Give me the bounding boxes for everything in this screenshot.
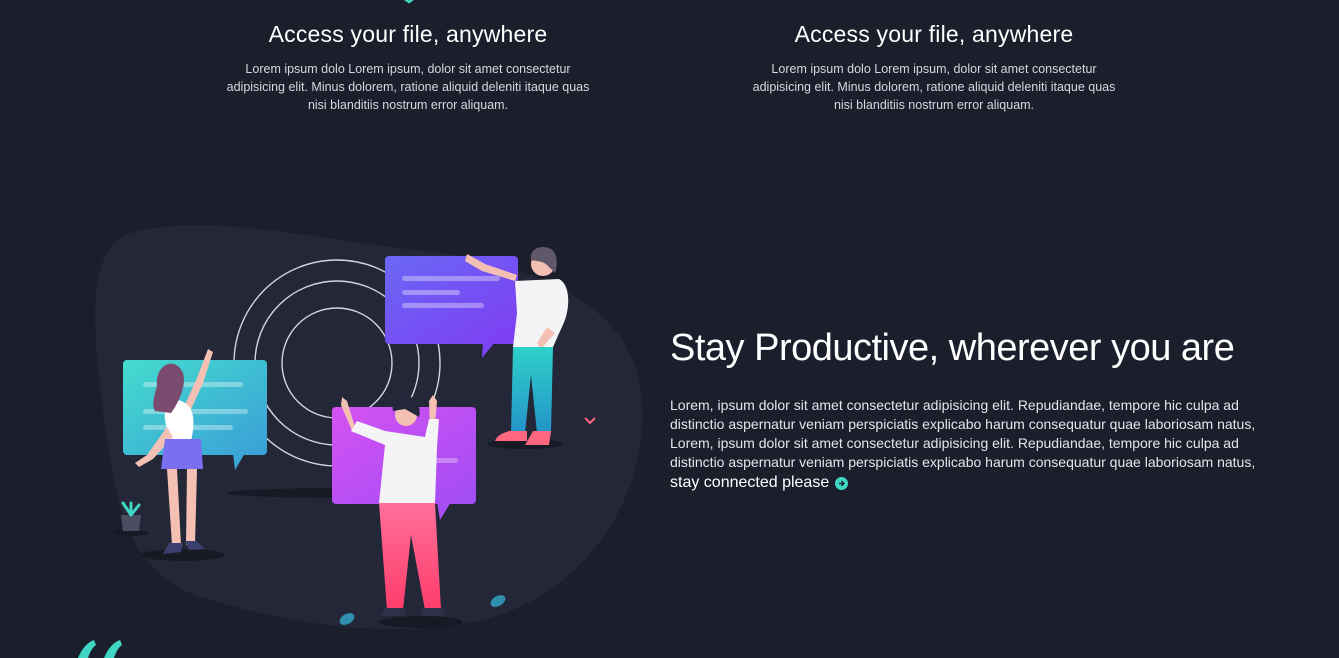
section-paragraph-2: Lorem, ipsum dolor sit amet consectetur … [670, 435, 1256, 470]
stay-connected-link[interactable]: stay connected please [670, 474, 849, 492]
team-collaboration-illustration [95, 225, 643, 630]
quote-icon [78, 640, 122, 658]
feature-text: Lorem ipsum dolo Lorem ipsum, dolor sit … [752, 62, 1116, 112]
section-paragraph-1: Lorem, ipsum dolor sit amet consectetur … [670, 397, 1256, 432]
productivity-section: Stay Productive, wherever you are Lorem,… [670, 325, 1270, 492]
feature-text: Lorem ipsum dolo Lorem ipsum, dolor sit … [226, 62, 590, 112]
section-body: Lorem, ipsum dolor sit amet consectetur … [670, 396, 1270, 472]
feature-card-access-files-2: Access your file, anywhere Lorem ipsum d… [734, 20, 1134, 114]
feature-title: Access your file, anywhere [268, 21, 548, 47]
feature-card-access-files-1: Access your file, anywhere Lorem ipsum d… [208, 20, 608, 114]
arrow-right-circle-icon [835, 476, 849, 490]
section-heading: Stay Productive, wherever you are [670, 327, 1235, 369]
feature-title: Access your file, anywhere [794, 21, 1074, 47]
stay-connected-label: stay connected please [670, 474, 830, 491]
top-diamond-icon [404, 0, 414, 4]
